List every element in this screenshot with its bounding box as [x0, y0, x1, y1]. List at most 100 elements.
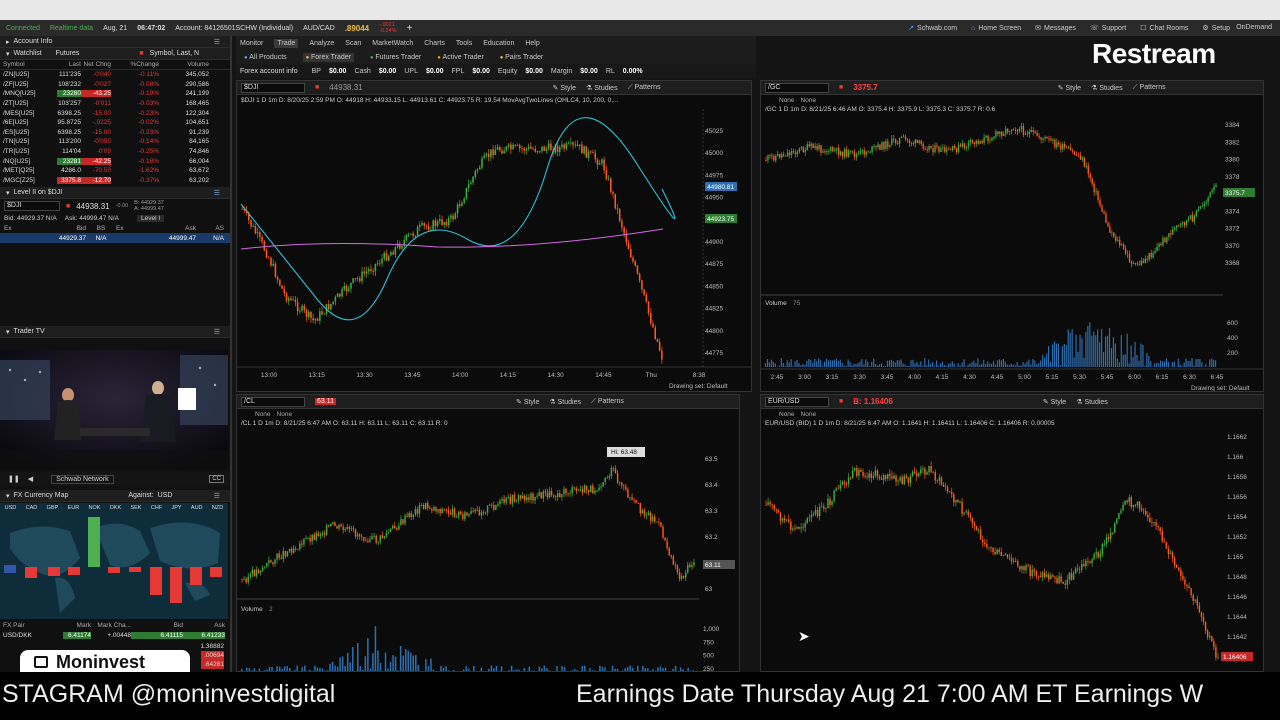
chart-dji-style-button[interactable]: ✎ Style	[553, 84, 576, 92]
menu-help[interactable]: Help	[525, 40, 539, 47]
network-select[interactable]: Schwab Network	[51, 474, 114, 484]
subtab-label: Pairs Trader	[505, 53, 544, 61]
chart-dji[interactable]: $DJI ■ 44938.31 ✎ Style ⚗ Studies ⟋ Patt…	[236, 80, 752, 392]
symbol-search[interactable]: Symbol, Last, N	[150, 50, 199, 57]
messages-link[interactable]: ✉ Messages	[1035, 24, 1076, 32]
chart-gc-symbol[interactable]: /GC	[765, 82, 829, 93]
watchlist-row[interactable]: /ES[U25] 6398.25 -15.00 -0.23% 91,239	[0, 128, 230, 138]
home-screen-link[interactable]: ⌂ Home Screen	[971, 25, 1021, 32]
candle-body	[283, 288, 286, 294]
watchlist-row[interactable]: /ZN[U25] 111'235 -0'040 -0.11% 345,052	[0, 70, 230, 80]
level2-header[interactable]: ▾ Level II on $DJI ☰	[0, 187, 230, 200]
level1-tab[interactable]: Level I	[136, 214, 165, 222]
ondemand-button[interactable]: OnDemand	[1236, 24, 1272, 31]
pos-none[interactable]: None	[779, 97, 795, 104]
ord-none[interactable]: None	[801, 97, 817, 104]
menu-education[interactable]: Education	[483, 40, 514, 47]
watchlist-row[interactable]: /NQ[U25] 23281 -42.25 -0.18% 66,004	[0, 156, 230, 166]
candle-body	[636, 265, 639, 274]
menu-trade[interactable]: Trade	[274, 38, 299, 48]
ord-none[interactable]: None	[277, 411, 293, 418]
watchlist-row[interactable]: /MNQ[U25] 23280 -43.25 -0.19% 241,199	[0, 89, 230, 99]
pos-none[interactable]: None	[779, 411, 795, 418]
menu-icon[interactable]: ☰	[214, 189, 220, 197]
watchlist-header[interactable]: ▾ Watchlist Futures ■ Symbol, Last, N	[0, 48, 230, 60]
chart-gc-style-button[interactable]: ✎ Style	[1058, 84, 1081, 92]
col-net-chng[interactable]: Net Chng	[81, 61, 111, 68]
menu-icon[interactable]: ☰	[214, 38, 220, 46]
menu-scan[interactable]: Scan	[345, 40, 361, 47]
fx-row[interactable]: USD/DKK 6.41174 +.00448 6.41115 6.41233	[0, 630, 230, 640]
level2-row[interactable]: 44929.37 N/A 44999.47 N/A	[0, 233, 230, 244]
chart-gc-patterns-button[interactable]: ⟋ Patterns	[1133, 84, 1166, 92]
watchlist-row[interactable]: /MES[U25] 6398.25 -15.00 -0.23% 122,304	[0, 108, 230, 118]
chart-dji-studies-button[interactable]: ⚗ Studies	[586, 84, 618, 92]
add-icon[interactable]: +	[407, 23, 413, 34]
chart-eur-symbol[interactable]: EUR/USD	[765, 396, 829, 407]
watchlist-select[interactable]: Futures	[56, 50, 80, 57]
chart-gc[interactable]: /GC ■ 3375.7 ✎ Style ⚗ Studies ⟋ Pattern…	[760, 80, 1264, 392]
chart-eur-studies-button[interactable]: ⚗ Studies	[1076, 398, 1108, 406]
subtab-forex-trader[interactable]: ● Forex Trader	[302, 52, 355, 62]
watchlist-row[interactable]: /TN[U25] 113'200 -0'050 -0.14% 84,165	[0, 137, 230, 147]
volume-bar	[971, 362, 973, 367]
candle-body	[869, 151, 871, 153]
pos-none[interactable]: None	[255, 411, 271, 418]
chart-cl-symbol[interactable]: /CL	[241, 396, 305, 407]
subtab-pairs-trader[interactable]: ● Pairs Trader	[500, 54, 543, 61]
cc-icon[interactable]: CC	[209, 475, 224, 483]
level2-symbol[interactable]: $DJI	[4, 201, 60, 212]
chart-eurusd[interactable]: EUR/USD ■ B: 1.16406 ✎ Style ⚗ Studies N…	[760, 394, 1264, 672]
menu-icon[interactable]: ☰	[214, 328, 220, 336]
chat-rooms-link[interactable]: ☐ Chat Rooms	[1140, 24, 1188, 32]
schwab-link[interactable]: ↗ Schwab.com	[908, 24, 957, 32]
watchlist-row[interactable]: /ZF[U25] 108'232 -0'027 -0.08% 290,586	[0, 80, 230, 90]
watchlist-row[interactable]: /ZT[U25] 103'257 -0'011 -0.03% 168,465	[0, 99, 230, 109]
watchlist-row[interactable]: /TR[U25] 114'04 -0'09 -0.25% 74,846	[0, 147, 230, 157]
subtab-active-trader[interactable]: ● Active Trader	[437, 54, 484, 61]
forex-info-label[interactable]: Forex account info	[240, 68, 298, 75]
chart-cl-studies-button[interactable]: ⚗ Studies	[549, 398, 581, 406]
setup-link[interactable]: ⚙ Setup	[1202, 24, 1230, 32]
ord-none[interactable]: None	[801, 411, 817, 418]
pair-label[interactable]: AUD/CAD	[303, 25, 335, 32]
chart-eur-style-button[interactable]: ✎ Style	[1043, 398, 1066, 406]
watchlist-row[interactable]: /MET[Q25] 4286.0 -70.50 -1.62% 63,672	[0, 166, 230, 176]
menu-tools[interactable]: Tools	[456, 40, 472, 47]
col-pct-change[interactable]: %Change	[111, 61, 159, 68]
fx-map-header[interactable]: ▾ FX Currency Map Against: USD ☰	[0, 490, 230, 502]
chart-cl[interactable]: /CL 63.11 ✎ Style ⚗ Studies ⟋ Patterns N…	[236, 394, 740, 672]
chart-dji-patterns-button[interactable]: ⟋ Patterns	[628, 84, 661, 92]
trader-tv-header[interactable]: ▾ Trader TV ☰	[0, 326, 230, 338]
trader-tv-video[interactable]	[0, 350, 228, 470]
candle-body	[596, 159, 599, 165]
volume-icon[interactable]: ◀	[28, 475, 33, 483]
menu-analyze[interactable]: Analyze	[309, 40, 334, 47]
chart-cl-style-button[interactable]: ✎ Style	[516, 398, 539, 406]
menu-monitor[interactable]: Monitor	[240, 40, 263, 47]
chart-cl-patterns-button[interactable]: ⟋ Patterns	[591, 398, 624, 406]
subtab-all-products[interactable]: ● All Products	[244, 54, 287, 61]
menu-icon[interactable]: ☰	[214, 492, 220, 500]
col-volume[interactable]: Volume	[159, 61, 209, 68]
chart-gc-studies-button[interactable]: ⚗ Studies	[1091, 84, 1123, 92]
account-label[interactable]: Account: 84126501SCHW (Individual)	[175, 25, 293, 32]
subtab-futures-trader[interactable]: ● Futures Trader	[370, 54, 421, 61]
chart-dji-symbol[interactable]: $DJI	[241, 82, 305, 93]
menu-charts[interactable]: Charts	[424, 40, 445, 47]
support-link[interactable]: ☏ Support	[1090, 24, 1126, 32]
moninvest-banner: Moninvest	[20, 650, 190, 674]
candle-body	[614, 468, 617, 474]
against-select[interactable]: USD	[158, 492, 173, 499]
pause-icon[interactable]: ❚❚	[8, 475, 20, 483]
col-symbol[interactable]: Symbol	[3, 61, 57, 68]
volume-bar	[890, 359, 892, 367]
col-last[interactable]: Last	[57, 61, 81, 68]
watchlist-row[interactable]: /MGC[Z25] 3375.8 -12.70 -0.37% 63,202	[0, 176, 230, 186]
candle-body	[1170, 233, 1172, 235]
account-info-header[interactable]: ▸ Account Info ☰	[0, 36, 230, 48]
candle-body	[989, 140, 991, 142]
menu-marketwatch[interactable]: MarketWatch	[372, 40, 413, 47]
candle-body	[639, 503, 642, 514]
watchlist-row[interactable]: /6E[U25] 95.8725 -.0225 -0.02% 104,651	[0, 118, 230, 128]
